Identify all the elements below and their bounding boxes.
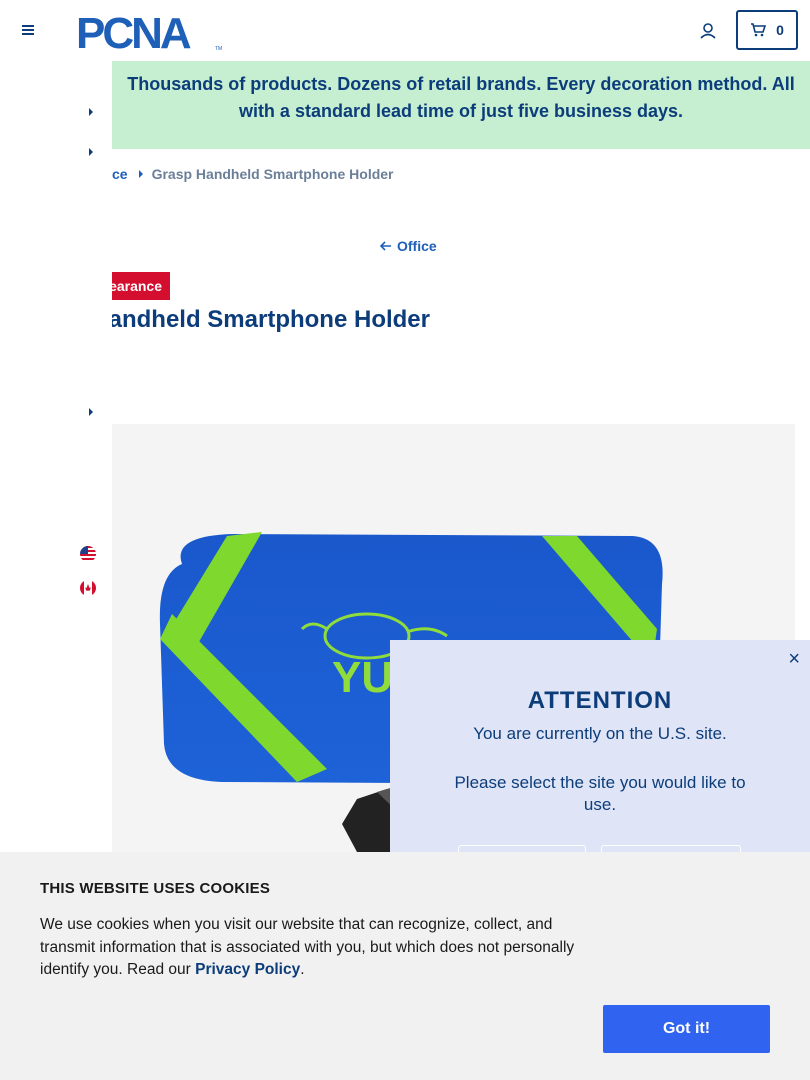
us-site-button[interactable] — [458, 845, 586, 852]
privacy-policy-link[interactable]: Privacy Policy — [195, 961, 300, 978]
cart-icon — [751, 23, 767, 37]
clearance-badge: Clearance — [112, 272, 170, 300]
logo-text: PCNA — [76, 10, 191, 52]
cookie-banner-title: THIS WEBSITE USES COOKIES — [40, 880, 271, 897]
site-selector-modal: × ATTENTION You are currently on the U.S… — [390, 640, 810, 852]
canada-site-button[interactable] — [601, 845, 741, 852]
modal-select-site-text: Please select the site you would like to… — [454, 773, 746, 814]
caret-right-icon[interactable] — [87, 406, 95, 418]
logo-tm: TM — [215, 46, 222, 52]
back-to-category-link[interactable]: Office — [380, 238, 437, 254]
modal-title: ATTENTION — [527, 687, 673, 714]
product-title-text: Grasp Handheld Smartphone Holder — [112, 306, 430, 333]
accept-cookies-button[interactable]: Got it! — [603, 1005, 770, 1053]
caret-right-icon[interactable] — [87, 106, 95, 118]
caret-right-icon[interactable] — [87, 146, 95, 158]
cookie-banner-body: We use cookies when you visit our websit… — [40, 916, 575, 978]
arrow-left-icon — [380, 241, 391, 251]
cookie-banner: THIS WEBSITE USES COOKIES We use cookies… — [0, 852, 810, 1080]
canada-flag-icon[interactable] — [80, 580, 96, 596]
product-title: Grasp Handheld Smartphone Holder — [112, 306, 612, 338]
side-nav-rail — [0, 60, 112, 852]
us-flag-icon[interactable] — [80, 546, 96, 562]
cart-count: 0 — [776, 22, 784, 38]
clearance-badge-label: Clearance — [112, 278, 162, 294]
site-header: PCNA TM 0 — [0, 0, 810, 60]
promo-banner: Thousands of products. Dozens of retail … — [112, 61, 810, 149]
cart-button[interactable]: 0 — [736, 10, 798, 50]
back-link-label: Office — [397, 238, 437, 254]
promo-banner-text: Thousands of products. Dozens of retail … — [127, 74, 795, 121]
cookie-text-period: . — [300, 961, 305, 978]
hamburger-menu-icon[interactable] — [18, 20, 38, 40]
breadcrumb-current: Grasp Handheld Smartphone Holder — [151, 166, 394, 182]
close-icon[interactable]: × — [788, 648, 800, 671]
breadcrumb: ce Grasp Handheld Smartphone Holder — [112, 166, 394, 182]
breadcrumb-separator-icon — [138, 170, 143, 178]
breadcrumb-parent-link[interactable]: ce — [112, 166, 128, 182]
cookie-banner-text: We use cookies when you visit our websit… — [40, 914, 610, 982]
pcna-logo[interactable]: PCNA TM — [76, 10, 226, 52]
account-icon[interactable] — [697, 20, 719, 42]
modal-current-site-text: You are currently on the U.S. site. — [473, 724, 727, 743]
